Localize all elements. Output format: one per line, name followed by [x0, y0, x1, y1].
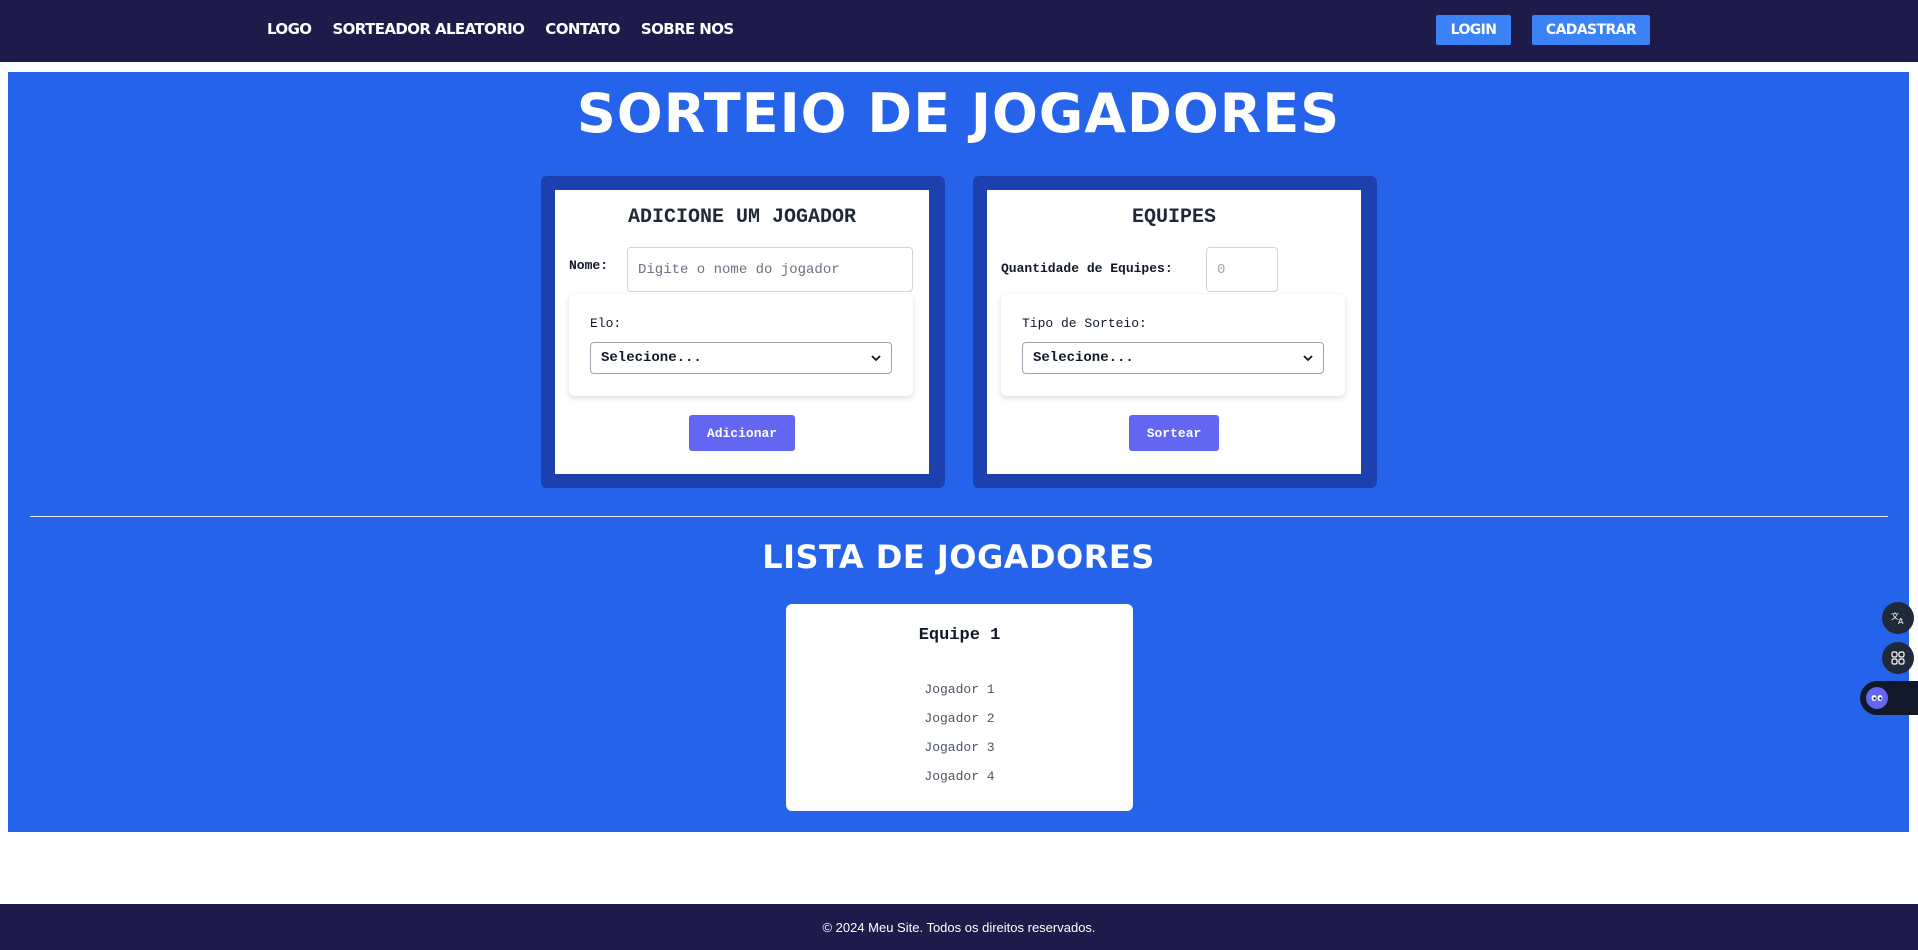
teams-card: EQUIPES Quantidade de Equipes: 0 Tipo de… [973, 176, 1377, 488]
grid-icon [1891, 651, 1905, 665]
page-footer: © 2024 Meu Site. Todos os direitos reser… [0, 904, 1918, 950]
team-name: Equipe 1 [918, 626, 1001, 645]
team-count-label: Quantidade de Equipes: [1001, 261, 1173, 276]
translate-icon[interactable]: 文 A [1882, 602, 1914, 634]
elo-select[interactable]: Selecione... [590, 342, 892, 374]
section-divider [30, 516, 1888, 517]
team-count-input[interactable]: 0 [1206, 247, 1278, 292]
page-title: SORTEIO DE JOGADORES [576, 82, 1341, 145]
nav-links: LOGO SORTEADOR ALEATORIO CONTATO SOBRE N… [267, 0, 734, 58]
assistant-icon [1866, 687, 1888, 709]
elo-label: Elo: [590, 316, 622, 331]
add-player-button[interactable]: Adicionar [689, 415, 795, 451]
svg-text:A: A [1898, 617, 1904, 626]
translate-glyph-icon: 文 A [1891, 611, 1904, 626]
team-player-list: Jogador 1 Jogador 2 Jogador 3 Jogador 4 [786, 680, 1133, 796]
add-player-title: ADICIONE UM JOGADOR [627, 206, 857, 229]
teams-title: EQUIPES [1131, 206, 1216, 229]
name-label: Nome: [569, 258, 609, 273]
list-item: Jogador 3 [924, 740, 995, 755]
draw-type-select-value: Selecione... [1033, 350, 1134, 366]
draw-button[interactable]: Sortear [1129, 415, 1219, 451]
elo-select-value: Selecione... [601, 350, 702, 366]
elo-box: Elo: Selecione... [569, 294, 913, 396]
list-item: Jogador 1 [924, 682, 995, 697]
team-card: Equipe 1 Jogador 1 Jogador 2 Jogador 3 J… [786, 604, 1133, 811]
list-item: Jogador 2 [924, 711, 995, 726]
signup-button[interactable]: CADASTRAR [1532, 15, 1650, 45]
nav-link-about[interactable]: SOBRE NOS [641, 20, 734, 38]
main-section: SORTEIO DE JOGADORES ADICIONE UM JOGADOR… [8, 72, 1909, 832]
add-player-card-body: ADICIONE UM JOGADOR Nome: Digite o nome … [555, 190, 929, 474]
draw-type-select[interactable]: Selecione... [1022, 342, 1324, 374]
teams-card-body: EQUIPES Quantidade de Equipes: 0 Tipo de… [987, 190, 1361, 474]
player-name-input[interactable]: Digite o nome do jogador [627, 247, 913, 292]
footer-text: © 2024 Meu Site. Todos os direitos reser… [822, 919, 1096, 935]
assistant-launcher[interactable] [1860, 681, 1918, 715]
chevron-down-icon [1303, 355, 1313, 362]
login-button[interactable]: LOGIN [1436, 15, 1511, 45]
list-item: Jogador 4 [924, 769, 995, 784]
nav-link-logo[interactable]: LOGO [267, 20, 312, 38]
chevron-down-icon [871, 355, 881, 362]
top-navbar: LOGO SORTEADOR ALEATORIO CONTATO SOBRE N… [0, 0, 1918, 62]
player-list-title: LISTA DE JOGADORES [762, 538, 1155, 576]
draw-type-box: Tipo de Sorteio: Selecione... [1001, 294, 1345, 396]
add-player-card: ADICIONE UM JOGADOR Nome: Digite o nome … [541, 176, 945, 488]
nav-link-contact[interactable]: CONTATO [545, 20, 620, 38]
assistant-eyes-icon [1871, 695, 1883, 701]
draw-type-label: Tipo de Sorteio: [1022, 316, 1147, 331]
apps-icon[interactable] [1882, 642, 1914, 674]
nav-link-random-draw[interactable]: SORTEADOR ALEATORIO [332, 20, 524, 38]
